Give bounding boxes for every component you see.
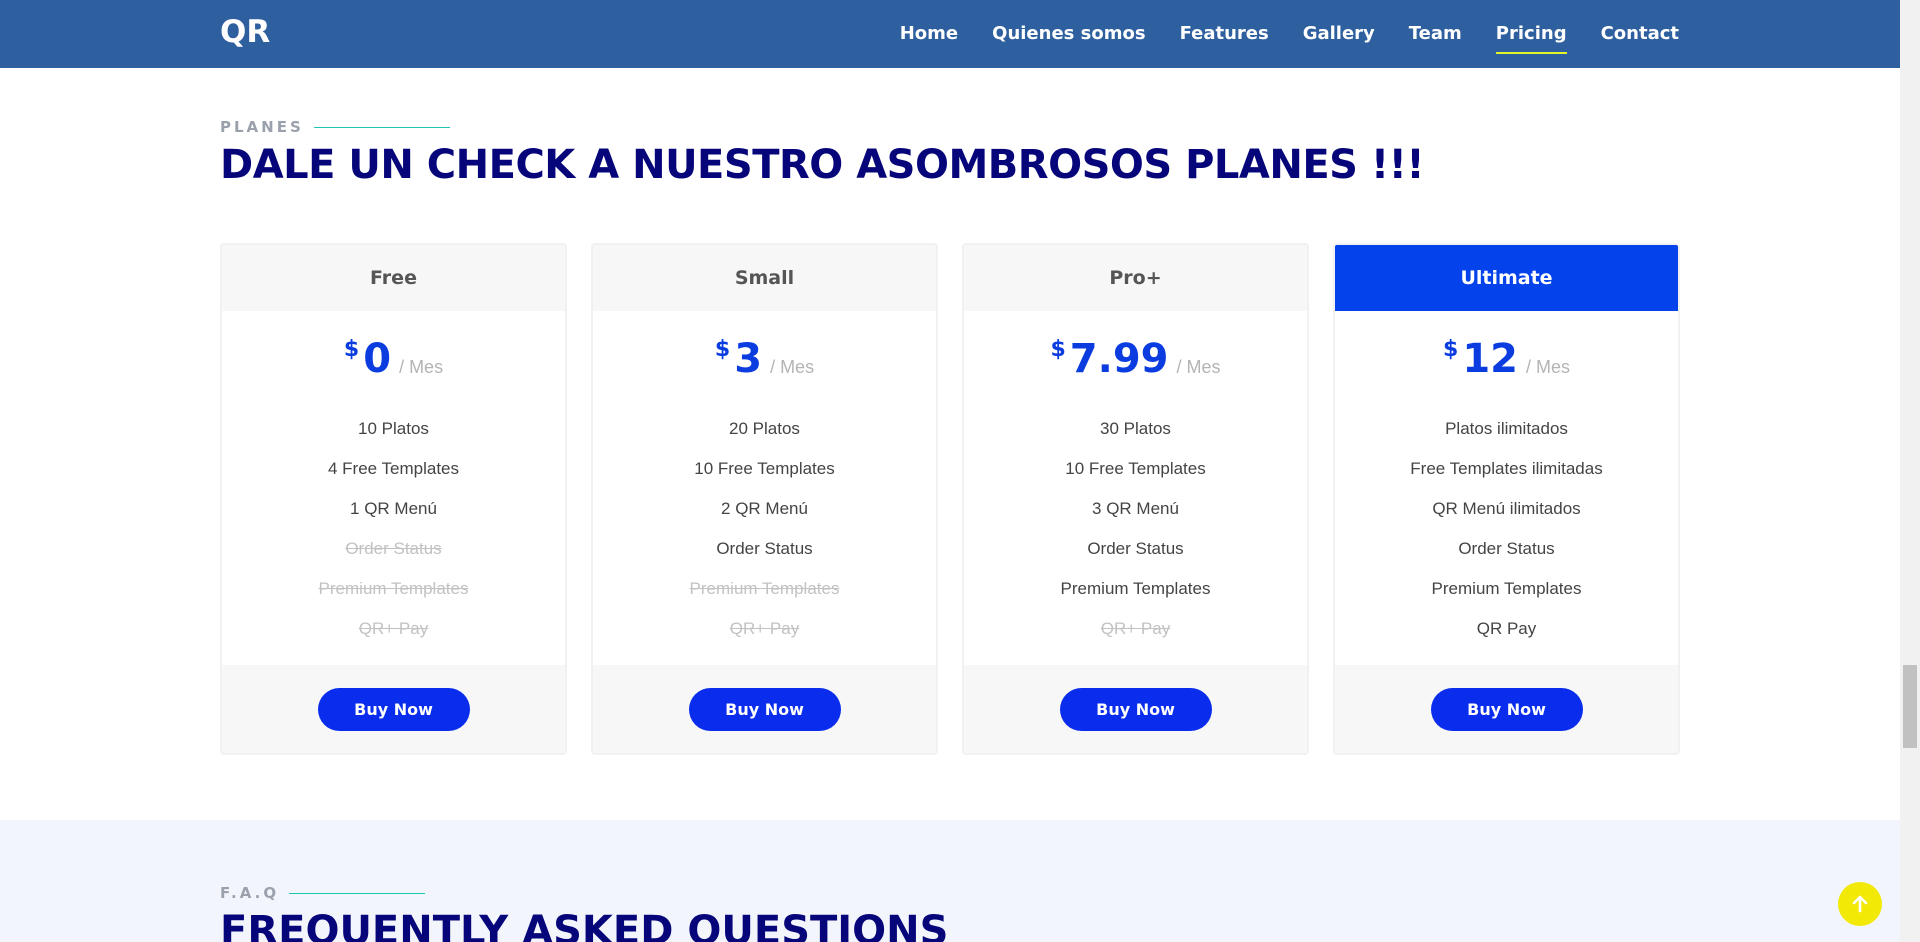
buy-now-button-pro-plus[interactable]: Buy Now xyxy=(1059,687,1212,731)
plan-features: 10 Platos 4 Free Templates 1 QR Menú Ord… xyxy=(222,409,565,649)
feature-item: Premium Templates xyxy=(1060,579,1211,598)
buy-now-button-small[interactable]: Buy Now xyxy=(688,687,841,731)
price-period: / Mes xyxy=(1525,357,1570,377)
feature-item: 10 Free Templates xyxy=(1065,459,1206,478)
feature-item: 4 Free Templates xyxy=(327,459,460,478)
pricing-plans: Free $ 0 / Mes 10 Platos 4 Free Template… xyxy=(220,243,1680,755)
plan-name: Ultimate xyxy=(1335,245,1678,311)
feature-item-unavailable: QR+ Pay xyxy=(1100,619,1171,638)
feature-item: Order Status xyxy=(716,539,813,558)
price-amount: 7.99 xyxy=(1069,336,1169,382)
nav-team[interactable]: Team xyxy=(1409,0,1462,68)
plan-price: $ 0 / Mes xyxy=(222,311,565,409)
feature-item: Premium Templates xyxy=(1431,579,1582,598)
plan-footer: Buy Now xyxy=(593,665,936,753)
plan-features: 30 Platos 10 Free Templates 3 QR Menú Or… xyxy=(964,409,1307,649)
price-amount: 12 xyxy=(1462,336,1518,382)
faq-title: FREQUENTLY ASKED QUESTIONS xyxy=(220,908,949,942)
feature-item: 10 Platos xyxy=(358,419,429,438)
plan-price: $ 12 / Mes xyxy=(1335,311,1678,409)
feature-item: Platos ilimitados xyxy=(1445,419,1568,438)
feature-item: 2 QR Menú xyxy=(721,499,808,518)
back-to-top-button[interactable] xyxy=(1838,882,1882,926)
main-nav: Home Quienes somos Features Gallery Team… xyxy=(866,0,1679,68)
plan-card-free: Free $ 0 / Mes 10 Platos 4 Free Template… xyxy=(220,243,567,755)
price-period: / Mes xyxy=(770,357,815,377)
nav-features[interactable]: Features xyxy=(1180,0,1269,68)
price-amount: 3 xyxy=(734,336,763,382)
faq-section: F.A.Q FREQUENTLY ASKED QUESTIONS xyxy=(0,820,1900,942)
label-divider xyxy=(313,126,450,128)
pricing-title: DALE UN CHECK A NUESTRO ASOMBROSOS PLANE… xyxy=(220,142,1425,188)
currency-symbol: $ xyxy=(1443,337,1459,362)
plan-footer: Buy Now xyxy=(964,665,1307,753)
feature-item-unavailable: QR+ Pay xyxy=(729,619,800,638)
label-divider xyxy=(289,892,426,894)
plan-card-ultimate: Ultimate $ 12 / Mes Platos ilimitados Fr… xyxy=(1333,243,1680,755)
price-period: / Mes xyxy=(399,357,444,377)
faq-label-text: F.A.Q xyxy=(220,884,280,902)
currency-symbol: $ xyxy=(343,337,360,362)
feature-item: 3 QR Menú xyxy=(1092,499,1179,518)
plan-card-small: Small $ 3 / Mes 20 Platos 10 Free Templa… xyxy=(591,243,938,755)
plan-name: Pro+ xyxy=(964,245,1307,311)
feature-item-unavailable: Order Status xyxy=(345,539,442,558)
logo[interactable]: QR xyxy=(220,14,270,50)
nav-gallery[interactable]: Gallery xyxy=(1303,0,1375,68)
currency-symbol: $ xyxy=(714,337,731,362)
feature-item: QR Menú ilimitados xyxy=(1432,499,1581,518)
scrollbar-thumb[interactable] xyxy=(1903,665,1917,748)
nav-contact[interactable]: Contact xyxy=(1601,0,1679,68)
feature-item: Order Status xyxy=(1458,539,1555,558)
nav-quienes-somos[interactable]: Quienes somos xyxy=(992,0,1145,68)
buy-now-button-ultimate[interactable]: Buy Now xyxy=(1430,687,1583,731)
nav-home[interactable]: Home xyxy=(900,0,958,68)
buy-now-button-free[interactable]: Buy Now xyxy=(317,687,470,731)
feature-item: Free Templates ilimitadas xyxy=(1410,459,1603,478)
feature-item: 30 Platos xyxy=(1100,419,1171,438)
feature-item-unavailable: Premium Templates xyxy=(689,579,840,598)
arrow-up-icon xyxy=(1852,895,1868,913)
currency-symbol: $ xyxy=(1050,337,1066,362)
feature-item-unavailable: QR+ Pay xyxy=(358,619,429,638)
plan-price: $ 7.99 / Mes xyxy=(964,311,1307,409)
feature-item: 10 Free Templates xyxy=(694,459,835,478)
plan-name: Free xyxy=(222,245,565,311)
pricing-label-text: PLANES xyxy=(220,118,304,136)
plan-card-pro-plus: Pro+ $ 7.99 / Mes 30 Platos 10 Free Temp… xyxy=(962,243,1309,755)
plan-footer: Buy Now xyxy=(222,665,565,753)
faq-section-label: F.A.Q xyxy=(220,884,426,902)
price-period: / Mes xyxy=(1176,357,1221,377)
price-amount: 0 xyxy=(363,336,392,382)
plan-features: 20 Platos 10 Free Templates 2 QR Menú Or… xyxy=(593,409,936,649)
plan-features: Platos ilimitados Free Templates ilimita… xyxy=(1335,409,1678,649)
feature-item: QR Pay xyxy=(1476,619,1537,638)
feature-item: Order Status xyxy=(1087,539,1184,558)
top-navbar: QR Home Quienes somos Features Gallery T… xyxy=(0,0,1900,68)
nav-pricing[interactable]: Pricing xyxy=(1495,0,1567,68)
page-scrollbar[interactable] xyxy=(1900,0,1920,942)
feature-item: 20 Platos xyxy=(729,419,800,438)
feature-item: 1 QR Menú xyxy=(350,499,437,518)
plan-footer: Buy Now xyxy=(1335,665,1678,753)
plan-name: Small xyxy=(593,245,936,311)
plan-price: $ 3 / Mes xyxy=(593,311,936,409)
pricing-section-label: PLANES xyxy=(220,118,450,136)
feature-item-unavailable: Premium Templates xyxy=(318,579,469,598)
